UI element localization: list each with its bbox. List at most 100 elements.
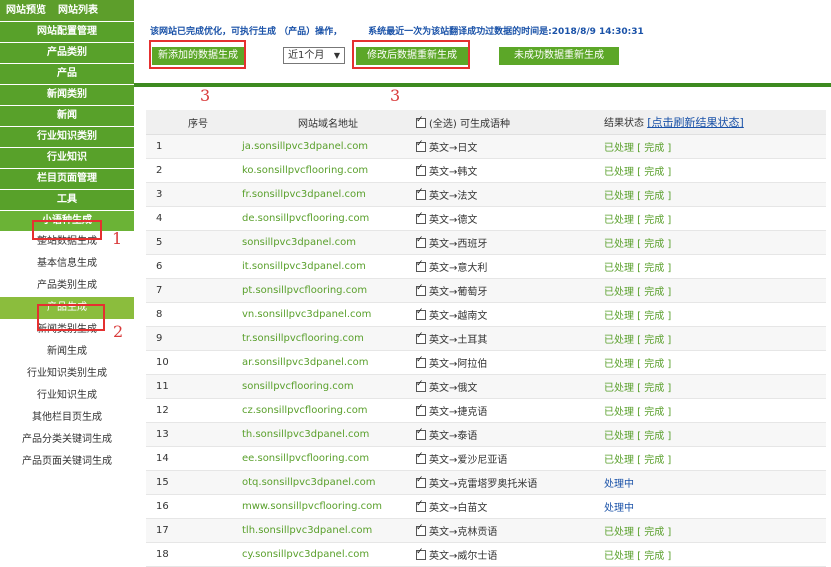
table-row: 14ee.sonsillpvcflooring.com 英文→爱沙尼亚语 已处理 [… bbox=[146, 446, 826, 471]
sidebar-group-product-category[interactable]: 产品类别 bbox=[0, 43, 134, 63]
row-domain[interactable]: otq.sonsillpvc3dpanel.com bbox=[241, 470, 415, 495]
refresh-status-link[interactable]: [点击刷新结果状态] bbox=[647, 116, 744, 129]
tab-site-preview[interactable]: 网站预览 bbox=[0, 0, 52, 21]
sidebar-item-product-page-keywords[interactable]: 产品页面关键词生成 bbox=[0, 451, 134, 473]
row-number: 9 bbox=[146, 326, 241, 351]
annotation-number-1: 1 bbox=[112, 229, 123, 248]
language-checkbox[interactable] bbox=[416, 403, 426, 416]
sidebar-group-column-pages[interactable]: 栏目页面管理 bbox=[0, 169, 134, 189]
row-status: 已处理 [ 完成 ] bbox=[603, 230, 826, 255]
language-checkbox[interactable] bbox=[416, 475, 426, 488]
language-checkbox[interactable] bbox=[416, 259, 426, 272]
table-row: 18cy.sonsillpvc3dpanel.com 英文→威尔士语 已处理 [ 完… bbox=[146, 542, 826, 567]
row-number: 2 bbox=[146, 158, 241, 183]
language-checkbox[interactable] bbox=[416, 451, 426, 464]
row-language-label: 英文→捷克语 bbox=[429, 407, 488, 418]
notice-optimized: 该网站已完成优化，可执行生成 （产品）操作， bbox=[150, 27, 343, 37]
sidebar-item-industry[interactable]: 行业知识生成 bbox=[0, 385, 134, 407]
row-status: 处理中 bbox=[603, 494, 826, 519]
row-language: 英文→德文 bbox=[415, 206, 603, 231]
language-checkbox[interactable] bbox=[416, 163, 426, 176]
row-number: 8 bbox=[146, 302, 241, 327]
sidebar-group-product[interactable]: 产品 bbox=[0, 64, 134, 84]
row-domain[interactable]: tr.sonsillpvcflooring.com bbox=[241, 326, 415, 351]
language-checkbox[interactable] bbox=[416, 283, 426, 296]
sidebar-group-tools[interactable]: 工具 bbox=[0, 190, 134, 210]
row-domain[interactable]: sonsillpvcflooring.com bbox=[241, 374, 415, 399]
table-row: 5sonsillpvc3dpanel.com 英文→西班牙 已处理 [ 完成 ] bbox=[146, 230, 826, 255]
sidebar-tabs: 网站预览 网站列表 bbox=[0, 0, 134, 21]
row-domain[interactable]: ar.sonsillpvc3dpanel.com bbox=[241, 350, 415, 375]
row-status: 已处理 [ 完成 ] bbox=[603, 374, 826, 399]
table-row: 1ja.sonsillpvc3dpanel.com 英文→日文 已处理 [ 完成 ] bbox=[146, 134, 826, 159]
row-domain[interactable]: mww.sonsillpvcflooring.com bbox=[241, 494, 415, 519]
row-number: 6 bbox=[146, 254, 241, 279]
row-language: 英文→法文 bbox=[415, 182, 603, 207]
row-number: 7 bbox=[146, 278, 241, 303]
row-status: 已处理 [ 完成 ] bbox=[603, 302, 826, 327]
row-domain[interactable]: pt.sonsillpvcflooring.com bbox=[241, 278, 415, 303]
table-row: 6it.sonsillpvc3dpanel.com 英文→意大利 已处理 [ 完成 … bbox=[146, 254, 826, 279]
row-domain[interactable]: ee.sonsillpvcflooring.com bbox=[241, 446, 415, 471]
sidebar-group-site-config[interactable]: 网站配置管理 bbox=[0, 22, 134, 42]
row-number: 12 bbox=[146, 398, 241, 423]
row-language-label: 英文→泰语 bbox=[429, 431, 478, 442]
row-language: 英文→俄文 bbox=[415, 374, 603, 399]
row-language-label: 英文→俄文 bbox=[429, 383, 478, 394]
row-status: 已处理 [ 完成 ] bbox=[603, 446, 826, 471]
sidebar-item-other-column[interactable]: 其他栏目页生成 bbox=[0, 407, 134, 429]
language-checkbox[interactable] bbox=[416, 307, 426, 320]
language-checkbox[interactable] bbox=[416, 379, 426, 392]
row-domain[interactable]: tlh.sonsillpvc3dpanel.com bbox=[241, 518, 415, 543]
row-language-label: 英文→法文 bbox=[429, 191, 478, 202]
row-number: 15 bbox=[146, 470, 241, 495]
sidebar-item-product-category-keywords[interactable]: 产品分类关键词生成 bbox=[0, 429, 134, 451]
row-status: 已处理 [ 完成 ] bbox=[603, 518, 826, 543]
table-row: 17tlh.sonsillpvc3dpanel.com 英文→克林贡语 已处理 [ … bbox=[146, 518, 826, 543]
row-domain[interactable]: ja.sonsillpvc3dpanel.com bbox=[241, 134, 415, 159]
language-checkbox[interactable] bbox=[416, 211, 426, 224]
language-checkbox[interactable] bbox=[416, 331, 426, 344]
language-checkbox[interactable] bbox=[416, 499, 426, 512]
row-domain[interactable]: sonsillpvc3dpanel.com bbox=[241, 230, 415, 255]
select-all-checkbox[interactable] bbox=[416, 115, 426, 128]
row-number: 10 bbox=[146, 350, 241, 375]
row-status: 已处理 [ 完成 ] bbox=[603, 278, 826, 303]
language-checkbox[interactable] bbox=[416, 523, 426, 536]
row-language-label: 英文→葡萄牙 bbox=[429, 287, 488, 298]
regenerate-failed-button[interactable]: 未成功数据重新生成 bbox=[499, 47, 619, 65]
row-domain[interactable]: de.sonsillpvcflooring.com bbox=[241, 206, 415, 231]
language-checkbox[interactable] bbox=[416, 355, 426, 368]
sidebar-item-basic-info[interactable]: 基本信息生成 bbox=[0, 253, 134, 275]
language-checkbox[interactable] bbox=[416, 427, 426, 440]
language-checkbox[interactable] bbox=[416, 235, 426, 248]
sidebar: 网站预览 网站列表 网站配置管理 产品类别 产品 新闻类别 新闻 行业知识类别 … bbox=[0, 0, 134, 523]
row-domain[interactable]: fr.sonsillpvc3dpanel.com bbox=[241, 182, 415, 207]
row-domain[interactable]: th.sonsillpvc3dpanel.com bbox=[241, 422, 415, 447]
table-header-row: 序号 网站域名地址 (全选) 可生成语种 结果状态 [点击刷新结果状态] bbox=[146, 110, 826, 135]
language-checkbox[interactable] bbox=[416, 187, 426, 200]
sidebar-group-news-category[interactable]: 新闻类别 bbox=[0, 85, 134, 105]
row-language-label: 英文→西班牙 bbox=[429, 239, 488, 250]
sidebar-group-news[interactable]: 新闻 bbox=[0, 106, 134, 126]
row-domain[interactable]: vn.sonsillpvc3dpanel.com bbox=[241, 302, 415, 327]
row-language-label: 英文→阿拉伯 bbox=[429, 359, 488, 370]
row-language: 英文→克雷塔罗奥托米语 bbox=[415, 470, 603, 495]
period-select[interactable]: 近1个月 ▼ bbox=[283, 47, 345, 64]
sidebar-item-news[interactable]: 新闻生成 bbox=[0, 341, 134, 363]
tab-site-list[interactable]: 网站列表 bbox=[52, 0, 104, 21]
row-language-label: 英文→白苗文 bbox=[429, 503, 488, 514]
sidebar-item-industry-category[interactable]: 行业知识类别生成 bbox=[0, 363, 134, 385]
sidebar-item-product-category[interactable]: 产品类别生成 bbox=[0, 275, 134, 297]
table-row: 3fr.sonsillpvc3dpanel.com 英文→法文 已处理 [ 完成 ] bbox=[146, 182, 826, 207]
language-checkbox[interactable] bbox=[416, 547, 426, 560]
sidebar-group-industry[interactable]: 行业知识 bbox=[0, 148, 134, 168]
sidebar-group-industry-category[interactable]: 行业知识类别 bbox=[0, 127, 134, 147]
row-domain[interactable]: cz.sonsillpvcflooring.com bbox=[241, 398, 415, 423]
row-domain[interactable]: cy.sonsillpvc3dpanel.com bbox=[241, 542, 415, 567]
row-domain[interactable]: it.sonsillpvc3dpanel.com bbox=[241, 254, 415, 279]
row-status: 已处理 [ 完成 ] bbox=[603, 182, 826, 207]
row-domain[interactable]: ko.sonsillpvcflooring.com bbox=[241, 158, 415, 183]
row-status: 已处理 [ 完成 ] bbox=[603, 134, 826, 159]
language-checkbox[interactable] bbox=[416, 139, 426, 152]
